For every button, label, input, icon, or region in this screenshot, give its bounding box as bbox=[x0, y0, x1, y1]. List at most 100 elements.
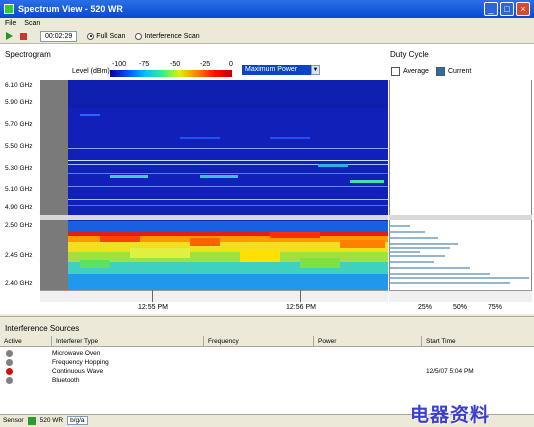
level-tick: -100 bbox=[112, 61, 127, 68]
average-label: Average bbox=[403, 68, 429, 75]
level-tick: -50 bbox=[170, 61, 181, 68]
band-tag: b/g/a bbox=[67, 416, 88, 425]
close-button[interactable]: × bbox=[516, 2, 530, 16]
signal-burst bbox=[100, 236, 140, 242]
device-name: 520 WR bbox=[39, 417, 64, 424]
freq-tick: 2.45 GHz bbox=[5, 252, 33, 259]
interferer-type: Continuous Wave bbox=[52, 368, 104, 375]
duty-cycle-title: Duty Cycle bbox=[390, 50, 429, 59]
col-header[interactable]: Frequency bbox=[204, 336, 314, 346]
radio-dot bbox=[87, 32, 95, 40]
signal-burst bbox=[340, 240, 385, 248]
app-icon bbox=[4, 4, 14, 14]
signal-burst bbox=[350, 180, 384, 183]
watermark: 电器资料 bbox=[410, 404, 491, 426]
signal-burst bbox=[80, 260, 110, 268]
section-divider bbox=[0, 316, 534, 317]
signal-line bbox=[68, 199, 388, 200]
freq-tick: 6.10 GHz bbox=[5, 82, 33, 89]
interferer-type: Frequency Hopping bbox=[52, 359, 109, 366]
freq-tick: 5.90 GHz bbox=[5, 99, 33, 106]
play-icon bbox=[5, 32, 13, 40]
signal-burst bbox=[300, 258, 340, 268]
duty-bars bbox=[390, 225, 529, 284]
col-header[interactable]: Start Time bbox=[422, 336, 534, 346]
status-dot bbox=[6, 350, 13, 357]
menu-bar: File Scan bbox=[0, 18, 534, 29]
freq-tick: 2.50 GHz bbox=[5, 222, 33, 229]
col-header[interactable]: Interferer Type bbox=[52, 336, 204, 346]
freq-tick: 4.90 GHz bbox=[5, 204, 33, 211]
signal-burst bbox=[180, 137, 220, 139]
spectrogram-title: Spectrogram bbox=[5, 50, 51, 59]
signal-burst bbox=[190, 238, 220, 246]
window-title: Spectrum View - 520 WR bbox=[18, 4, 123, 14]
table-row[interactable]: Microwave Oven bbox=[0, 349, 534, 358]
current-checkbox[interactable] bbox=[436, 67, 445, 76]
band-region bbox=[68, 80, 388, 108]
menu-file[interactable]: File bbox=[5, 20, 16, 27]
sensor-icon bbox=[27, 416, 36, 425]
table-row[interactable]: Continuous Wave 12/5/07 5:04 PM bbox=[0, 367, 534, 376]
start-time: 12/5/07 5:04 PM bbox=[426, 368, 474, 375]
signal-line bbox=[68, 160, 388, 161]
spectrogram-5ghz bbox=[40, 80, 388, 215]
signal-line bbox=[68, 173, 388, 174]
freq-tick: 5.50 GHz bbox=[5, 143, 33, 150]
full-scan-radio[interactable]: Full Scan bbox=[87, 32, 126, 40]
chevron-down-icon: ▼ bbox=[311, 65, 320, 75]
signal-line bbox=[68, 148, 388, 149]
maximize-button[interactable]: □ bbox=[500, 2, 514, 16]
no-data-region bbox=[40, 80, 68, 215]
signal-burst bbox=[200, 175, 238, 178]
band-separator bbox=[389, 215, 532, 220]
freq-tick: 5.70 GHz bbox=[5, 121, 33, 128]
time-tick: 12:55 PM bbox=[138, 304, 168, 311]
average-checkbox[interactable] bbox=[391, 67, 400, 76]
time-tick: 12:56 PM bbox=[286, 304, 316, 311]
signal-line bbox=[68, 186, 388, 187]
mode-select[interactable]: Maximum Power ▼ bbox=[242, 65, 320, 75]
stop-icon bbox=[19, 32, 27, 40]
minimize-button[interactable]: _ bbox=[484, 2, 498, 16]
menu-scan[interactable]: Scan bbox=[24, 20, 40, 27]
freq-tick: 2.40 GHz bbox=[5, 280, 33, 287]
freq-tick: 5.10 GHz bbox=[5, 186, 33, 193]
current-label: Current bbox=[448, 68, 472, 75]
duty-tick: 50% bbox=[453, 304, 468, 311]
col-header[interactable]: Active bbox=[0, 336, 52, 346]
toolbar: 00:02:29 Full Scan Interference Scan bbox=[0, 29, 534, 44]
play-button[interactable] bbox=[4, 31, 14, 41]
mode-select-value: Maximum Power bbox=[245, 66, 298, 73]
signal-burst bbox=[240, 250, 280, 262]
elapsed-time: 00:02:29 bbox=[40, 30, 78, 42]
table-row[interactable]: Frequency Hopping bbox=[0, 358, 534, 367]
time-tick-mark bbox=[152, 290, 153, 302]
signal-burst bbox=[270, 232, 320, 238]
table-row[interactable]: Bluetooth bbox=[0, 376, 534, 385]
interference-scan-radio[interactable]: Interference Scan bbox=[135, 32, 200, 40]
radio-dot bbox=[135, 32, 143, 40]
status-dot bbox=[6, 368, 13, 375]
signal-line bbox=[68, 220, 388, 221]
interferer-type: Microwave Oven bbox=[52, 350, 101, 357]
stop-button[interactable] bbox=[18, 31, 28, 41]
spectrogram-24ghz bbox=[40, 220, 388, 290]
band-region bbox=[68, 220, 388, 232]
signal-burst bbox=[80, 114, 100, 116]
full-scan-label: Full Scan bbox=[96, 32, 126, 40]
signal-burst bbox=[270, 137, 310, 139]
freq-tick: 5.30 GHz bbox=[5, 165, 33, 172]
duty-axis bbox=[389, 290, 532, 302]
band-region bbox=[68, 232, 388, 236]
col-header[interactable]: Power bbox=[314, 336, 422, 346]
level-label: Level (dBm) bbox=[72, 68, 110, 75]
duty-tick: 25% bbox=[418, 304, 433, 311]
level-tick: 0 bbox=[229, 61, 233, 68]
status-dot bbox=[6, 359, 13, 366]
interference-scan-label: Interference Scan bbox=[144, 32, 200, 40]
no-data-region bbox=[40, 220, 68, 290]
signal-line bbox=[68, 205, 388, 206]
signal-burst bbox=[110, 175, 148, 178]
title-bar: Spectrum View - 520 WR bbox=[0, 0, 534, 18]
